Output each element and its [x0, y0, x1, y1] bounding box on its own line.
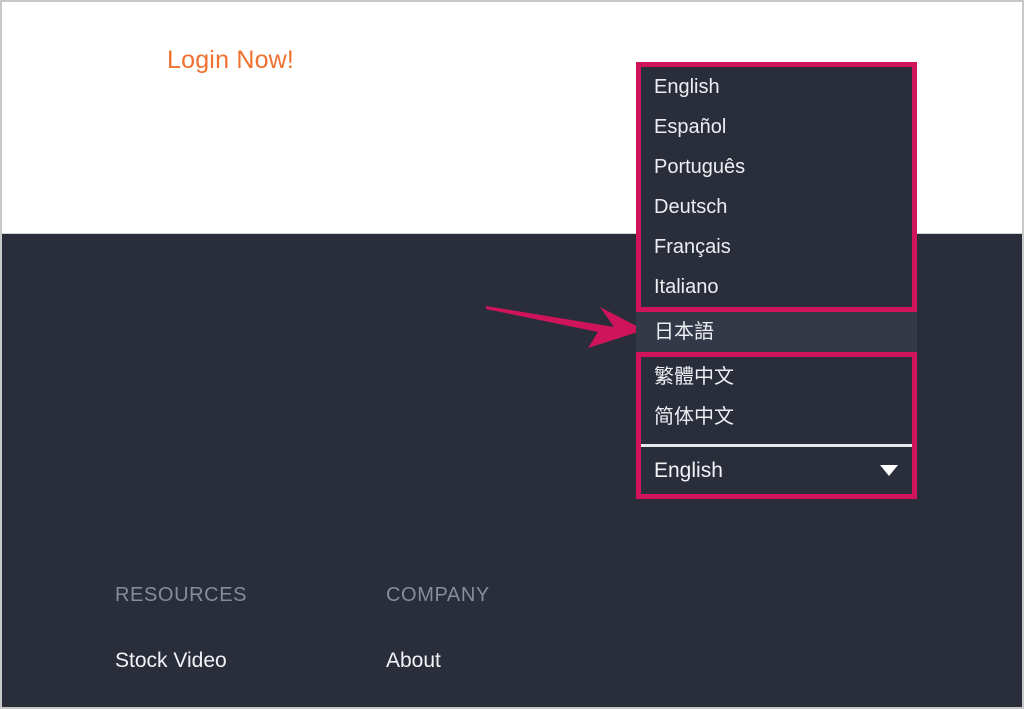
- language-option-espanol[interactable]: Español: [641, 107, 912, 147]
- footer-link-category[interactable]: Category: [115, 705, 247, 707]
- screenshot-frame: Login Now! RESOURCES Stock Video Categor…: [0, 0, 1024, 709]
- language-option-simplified-chinese[interactable]: 简体中文: [641, 397, 912, 437]
- language-option-list: English Español Português Deutsch França…: [636, 67, 917, 437]
- language-option-francais[interactable]: Français: [641, 227, 912, 267]
- language-option-italiano[interactable]: Italiano: [641, 267, 912, 307]
- language-select-value: English: [654, 458, 723, 482]
- language-option-japanese[interactable]: 日本語: [636, 307, 917, 357]
- footer-column-resources: RESOURCES Stock Video Category Learn Sup…: [115, 584, 248, 707]
- footer-link-stock-video[interactable]: Stock Video: [115, 649, 247, 673]
- login-now-link[interactable]: Login Now!: [167, 46, 294, 75]
- language-option-portugues[interactable]: Português: [641, 147, 912, 187]
- language-select[interactable]: English: [641, 444, 912, 494]
- language-option-deutsch[interactable]: Deutsch: [641, 187, 912, 227]
- language-option-english[interactable]: English: [641, 67, 912, 107]
- language-dropdown-panel[interactable]: English Español Português Deutsch França…: [636, 62, 917, 499]
- footer-column-company: COMPANY About Affiliate Partner Pricing …: [386, 584, 490, 707]
- footer-column-heading: RESOURCES: [115, 584, 248, 606]
- footer-column-heading: COMPANY: [386, 584, 490, 606]
- footer-link-about[interactable]: About: [386, 649, 490, 673]
- chevron-down-icon: [880, 465, 898, 476]
- footer-link-affiliate[interactable]: Affiliate: [386, 705, 490, 707]
- language-option-traditional-chinese[interactable]: 繁體中文: [641, 357, 912, 397]
